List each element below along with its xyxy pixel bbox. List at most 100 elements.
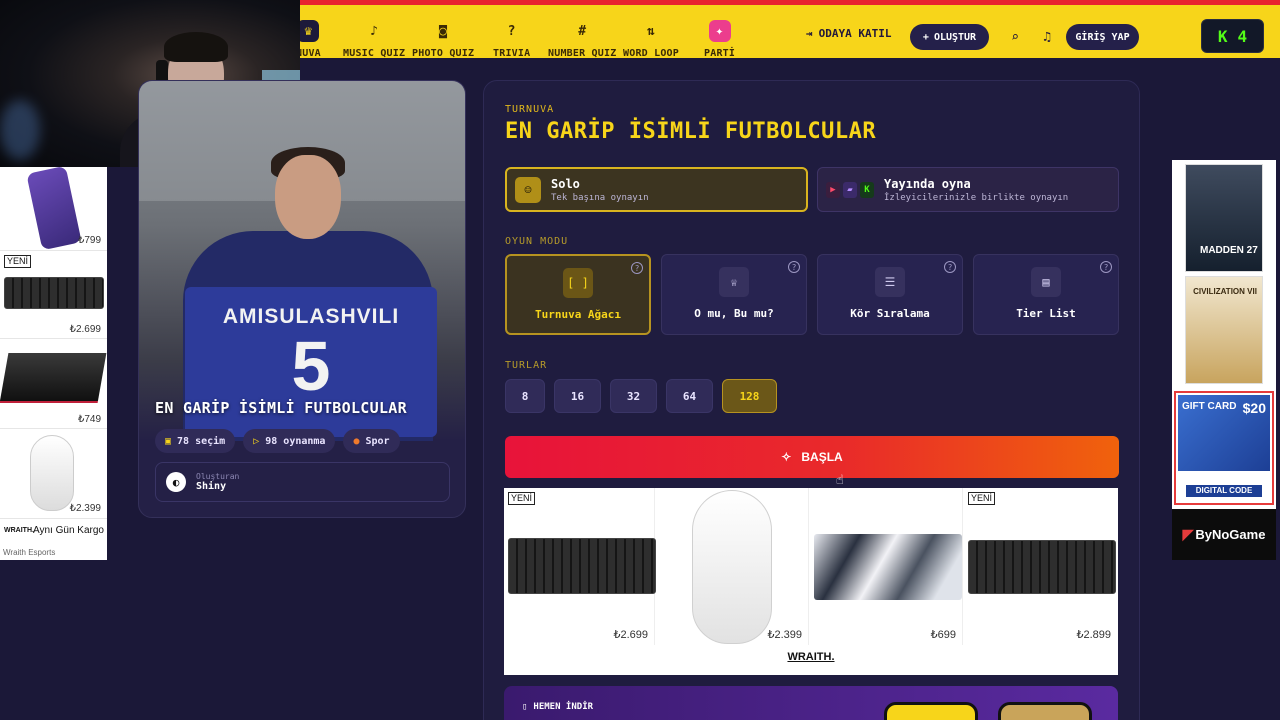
ad-product-keyboard-2[interactable]: YENİ ₺2.899 <box>966 488 1117 645</box>
game-mode-bracket[interactable]: [ ] Turnuva Ağacı ? <box>505 254 651 335</box>
plus-icon: + <box>922 31 929 43</box>
ad-price: ₺699 <box>930 629 956 641</box>
nav-item-trivia[interactable]: ? TRIVIA <box>493 13 531 60</box>
game-mode-tier-list[interactable]: ▤ Tier List ? <box>973 254 1119 335</box>
game-title: MADDEN 27 <box>1200 245 1258 256</box>
game-mode-this-or-that[interactable]: ♕ O mu, Bu mu? ? <box>661 254 807 335</box>
search-icon[interactable]: ⌕ <box>1006 28 1024 46</box>
create-label: OLUŞTUR <box>933 31 977 43</box>
quiz-hero-card: AMISULASHVILI 5 EN GARİP İSİMLİ FUTBOLCU… <box>138 80 466 518</box>
mouse-cursor-icon: ☝ <box>836 473 844 488</box>
gift-card-image: GIFT CARD $20 <box>1178 395 1270 471</box>
trophy-icon: ♛ <box>297 20 320 42</box>
app-download-banner[interactable]: ▯ HEMEN İNDİR <box>504 686 1118 720</box>
ad-price: ₺799 <box>77 235 101 246</box>
twitch-icon: ▰ <box>843 181 857 198</box>
solo-subtitle: Tek başına oynayın <box>551 192 649 203</box>
start-label: BAŞLA <box>801 450 843 464</box>
mouse-image <box>30 435 74 511</box>
ranked-list-icon: ☰ <box>875 267 905 297</box>
nav-item-word-loop[interactable]: ⇅ WORD LOOP <box>623 13 679 60</box>
help-icon[interactable]: ? <box>944 261 956 273</box>
kick-logo-icon: K <box>1217 26 1228 46</box>
nav-item-party[interactable]: ✦ PARTİ <box>704 13 735 59</box>
console-image <box>0 353 107 403</box>
ad-game-madden[interactable]: MADDEN 27 <box>1185 164 1263 272</box>
round-option-32[interactable]: 32 <box>610 379 657 413</box>
bottom-ad-banner[interactable]: YENİ ₺2.699 ₺2.399 ₺699 YENİ ₺2.899 WRAI… <box>504 488 1118 675</box>
start-button[interactable]: ✧ BAŞLA <box>505 436 1119 478</box>
phone-mockup <box>884 702 978 720</box>
creator-box[interactable]: ◐ Oluşturan Shiny <box>155 462 450 502</box>
nav-item-photo-quiz[interactable]: ◙ PHOTO QUIZ <box>412 13 475 60</box>
keyboard-image <box>4 277 104 309</box>
bell-icon[interactable]: ♫ <box>1038 28 1056 46</box>
join-room-link[interactable]: ⇥ ODAYA KATIL <box>806 27 891 40</box>
help-icon[interactable]: ? <box>1100 261 1112 273</box>
nav-item-label: WORD LOOP <box>623 48 679 59</box>
keyboard-image <box>508 538 656 594</box>
keyboard-image <box>968 540 1116 594</box>
game-mode-label-text: Turnuva Ağacı <box>534 308 622 321</box>
new-badge: YENİ <box>968 492 996 505</box>
login-button[interactable]: GİRİŞ YAP <box>1066 24 1139 50</box>
ad-price: ₺2.399 <box>767 629 802 641</box>
help-icon[interactable]: ? <box>788 261 800 273</box>
round-option-8[interactable]: 8 <box>505 379 545 413</box>
ad-product-console[interactable]: ₺749 <box>0 339 107 429</box>
party-popper-icon: ✦ <box>708 20 731 42</box>
nav-item-music-quiz[interactable]: ♪ MUSIC QUIZ <box>343 13 405 60</box>
images-icon: ▣ <box>165 435 172 447</box>
nav-item-label: PARTİ <box>704 48 736 59</box>
ad-product-mouse[interactable]: ₺2.399 <box>658 488 809 645</box>
login-arrow-icon: ⇥ <box>806 27 813 40</box>
ad-brand-bynogame[interactable]: ◤ ByNoGame <box>1172 509 1276 560</box>
hero-photo-face <box>275 155 341 239</box>
stat-plays-value: 98 oynanma <box>265 435 326 447</box>
stat-choices-value: 78 seçim <box>177 435 226 447</box>
bracket-icon: [ ] <box>563 268 593 298</box>
gift-card-amount: $20 <box>1242 400 1266 416</box>
create-button[interactable]: + OLUŞTUR <box>910 24 989 50</box>
round-option-64[interactable]: 64 <box>666 379 713 413</box>
creator-name: Shiny <box>196 481 227 492</box>
ad-product-keyboard[interactable]: YENİ ₺2.699 <box>504 488 656 645</box>
hero-title: EN GARİP İSİMLİ FUTBOLCULAR <box>155 399 407 417</box>
hero-stats: ▣ 78 seçim ▷ 98 oynanma ● Spor <box>155 429 400 453</box>
stat-category[interactable]: ● Spor <box>343 429 400 453</box>
solo-mode-option[interactable]: ☺ Solo Tek başına oynayın <box>505 167 808 212</box>
ad-product-mouse[interactable]: ₺2.399 <box>0 429 107 519</box>
ad-game-civilization[interactable]: CIVILIZATION VII <box>1185 276 1263 384</box>
nav-item-label: TRIVIA <box>493 48 531 59</box>
bynogame-logo-icon: ◤ <box>1182 526 1194 542</box>
stat-category-value: Spor <box>365 435 390 447</box>
new-badge: YENİ <box>508 492 536 505</box>
nav-item-number-quiz[interactable]: # NUMBER QUIZ <box>548 13 617 60</box>
ad-product-sleeve[interactable]: ₺799 <box>0 165 107 251</box>
stream-mode-option[interactable]: ▶ ▰ K Yayında oyna İzleyicilerinizle bir… <box>817 167 1119 212</box>
game-mode-blind-ranking[interactable]: ☰ Kör Sıralama ? <box>817 254 963 335</box>
nav-item-label: NUMBER QUIZ <box>548 48 617 59</box>
game-mode-label-text: Kör Sıralama <box>850 307 930 320</box>
nav-item-label: PHOTO QUIZ <box>412 48 475 59</box>
ad-price: ₺2.699 <box>69 324 101 335</box>
webcam-person-hair <box>164 32 228 62</box>
ad-brand: WRAITH. <box>787 651 835 663</box>
left-ad-banner[interactable]: ₺799 YENİ ₺2.699 ₺749 ₺2.399 WRAITH. Ayn… <box>0 165 107 560</box>
round-option-128[interactable]: 128 <box>722 379 777 413</box>
ad-product-mousepad[interactable]: ₺699 <box>812 488 963 645</box>
sleeve-image <box>26 165 82 251</box>
help-icon[interactable]: ? <box>631 262 643 274</box>
phone-icon: ▯ <box>522 702 528 712</box>
right-ad-banner[interactable]: MADDEN 27 CIVILIZATION VII GIFT CARD $20… <box>1172 160 1276 560</box>
ad-psn-gift-card[interactable]: GIFT CARD $20 DIGITAL CODE <box>1174 391 1274 505</box>
ad-brand-name: ByNoGame <box>1195 527 1266 542</box>
ad-product-keyboard[interactable]: ₺2.699 <box>0 251 107 339</box>
creator-label: Oluşturan <box>196 472 240 481</box>
round-option-16[interactable]: 16 <box>554 379 601 413</box>
jersey-number: 5 <box>291 327 331 405</box>
ad-shipping: Aynı Gün Kargo <box>33 525 104 536</box>
tier-list-icon: ▤ <box>1031 267 1061 297</box>
crown-icon: ♕ <box>719 267 749 297</box>
ad-advertiser: Wraith Esports <box>3 548 56 557</box>
